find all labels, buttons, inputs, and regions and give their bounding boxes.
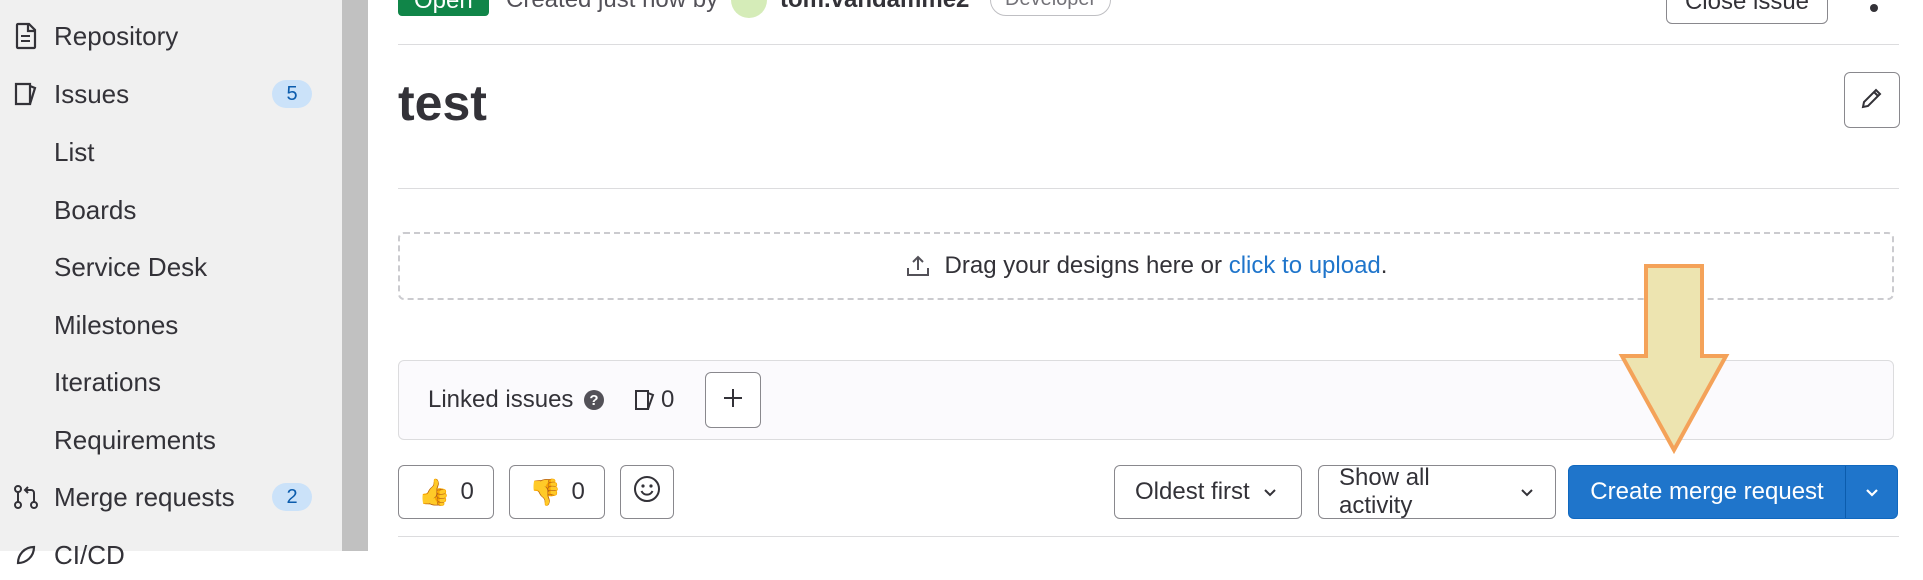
merge-request-icon [12,483,40,511]
role-badge: Developer [990,0,1112,16]
sidebar-item-repository[interactable]: Repository [0,11,342,61]
sidebar-item-cicd[interactable]: CI/CD [0,530,342,580]
thumbs-up-icon: 👍 [418,476,451,507]
file-icon [12,22,40,50]
status-badge: Open [398,0,489,16]
created-text: Created just now by [506,0,718,14]
thumbs-down-count: 0 [571,478,585,505]
issue-main: Open Created just now by tom.vandamme2 D… [368,0,1923,551]
sidebar-item-label: List [54,136,95,167]
sidebar-item-issues[interactable]: Issues 5 [0,69,342,119]
close-issue-button[interactable]: Close issue [1666,0,1828,24]
more-actions-icon[interactable] [1870,4,1878,12]
sidebar-item-label: CI/CD [54,539,125,570]
dropzone-suffix: . [1380,252,1388,279]
sidebar-item-label: Merge requests [54,481,235,512]
linked-issues-title: Linked issues [428,386,574,413]
sidebar-item-label: Requirements [54,424,216,455]
pencil-icon [1859,85,1885,116]
create-merge-request-button[interactable]: Create merge request [1568,465,1898,519]
chevron-down-icon [1262,484,1278,500]
upload-icon [905,253,931,279]
sidebar: Repository Issues 5 List Boards Service … [0,0,342,570]
merge-requests-count-badge: 2 [272,483,312,511]
sidebar-scrollbar[interactable] [342,0,368,551]
create-merge-request-label: Create merge request [1590,478,1824,505]
svg-text:?: ? [589,392,598,409]
activity-filter-label: Show all activity [1339,464,1430,519]
sidebar-item-service-desk[interactable]: Service Desk [0,242,342,292]
sidebar-item-label: Repository [54,20,179,51]
smiley-icon [632,474,662,511]
sidebar-item-label: Service Desk [54,251,208,282]
sort-order-dropdown[interactable]: Oldest first [1114,465,1302,519]
issues-icon [633,387,657,418]
activity-filter-dropdown[interactable]: Show all activity [1318,464,1556,519]
sidebar-item-label: Iterations [54,366,161,397]
rocket-icon [12,541,40,569]
sidebar-item-label: Boards [54,194,137,225]
sidebar-item-label: Issues [54,78,130,109]
thumbs-up-count: 0 [460,478,474,505]
sidebar-item-label: Milestones [54,309,179,340]
linked-issues-count: 0 [661,386,675,413]
sidebar-item-iterations[interactable]: Iterations [0,357,342,407]
thumbs-down-button[interactable]: 👎 0 [509,465,605,519]
issues-count-badge: 5 [272,80,312,108]
dropzone-text: Drag your designs here or [944,252,1229,279]
issues-icon [12,80,40,108]
sidebar-item-requirements[interactable]: Requirements [0,415,342,465]
avatar[interactable] [731,0,767,18]
thumbs-down-icon: 👎 [529,476,562,507]
add-linked-issue-button[interactable] [705,372,761,428]
divider [398,188,1899,189]
help-icon[interactable]: ? [583,389,605,416]
chevron-down-icon [1519,484,1535,500]
edit-title-button[interactable] [1844,72,1900,128]
sidebar-item-milestones[interactable]: Milestones [0,300,342,350]
sidebar-item-boards[interactable]: Boards [0,185,342,235]
sort-order-label: Oldest first [1135,478,1250,505]
annotation-arrow-icon [1618,264,1730,454]
sidebar-item-merge-requests[interactable]: Merge requests 2 [0,472,342,522]
page-title: test [398,75,487,131]
divider [398,536,1899,537]
upload-link[interactable]: click to upload [1229,252,1381,280]
thumbs-up-button[interactable]: 👍 0 [398,465,494,519]
author-link[interactable]: tom.vandamme2 [780,0,969,14]
plus-icon [722,387,744,414]
divider [398,44,1899,45]
chevron-down-icon[interactable] [1846,483,1897,501]
sidebar-item-list[interactable]: List [0,127,342,177]
add-reaction-button[interactable] [620,465,674,519]
